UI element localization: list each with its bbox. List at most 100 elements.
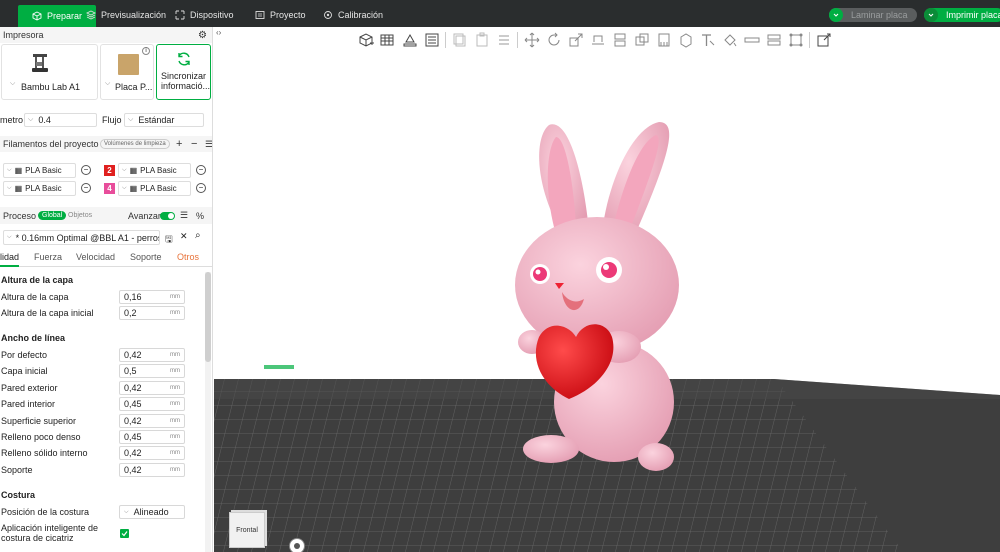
param-width-sparse-infill: Relleno poco denso 0,45 mm (0, 429, 205, 445)
edit-object-icon[interactable] (815, 32, 832, 49)
measure-icon[interactable] (743, 32, 760, 49)
add-icon[interactable]: + (176, 138, 182, 150)
text-icon[interactable] (699, 32, 716, 49)
smart-seam-checkbox[interactable] (120, 529, 129, 538)
printer-card[interactable]: ⌵ Bambu Lab A1 (1, 44, 98, 100)
info-icon[interactable]: i (142, 47, 150, 55)
3d-viewport[interactable]: Frontal ‹› (214, 27, 1000, 552)
support-paint-icon[interactable] (655, 32, 672, 49)
tab-calibracion[interactable]: Calibración (323, 5, 383, 25)
line-width-group: Ancho de línea (1, 333, 66, 343)
close-icon[interactable]: ✕ (180, 231, 188, 242)
save-icon[interactable]: 🖫 (165, 232, 173, 248)
seam-position-select[interactable]: ⌵ Alineado (119, 505, 185, 519)
list-icon[interactable]: ☰ (180, 210, 188, 221)
param-input[interactable]: 0,42 mm (119, 414, 185, 428)
filament-color-swatch[interactable]: 4 (104, 183, 115, 194)
tab-preparar[interactable]: Preparar (18, 5, 97, 27)
layer-list-icon[interactable] (495, 32, 512, 49)
tab-others[interactable]: Otros (177, 252, 199, 262)
sync-info-button[interactable]: Sincronizar informació... (156, 44, 211, 100)
percent-icon[interactable]: % (196, 211, 204, 221)
filament-name: PLA Basic (140, 166, 177, 175)
global-toggle[interactable]: Global (38, 211, 67, 220)
boolean-icon[interactable] (633, 32, 650, 49)
seam-paint-icon[interactable] (677, 32, 694, 49)
move-icon[interactable] (523, 32, 540, 49)
scrollbar-thumb[interactable] (205, 272, 211, 362)
tab-proyecto[interactable]: Proyecto (255, 5, 306, 25)
tab-support[interactable]: Soporte (130, 252, 162, 262)
filament-slot-1[interactable]: ⌵ ▦ PLA Basic (3, 163, 76, 178)
tab-speed[interactable]: Velocidad (76, 252, 115, 262)
flow-label: Flujo (102, 115, 122, 125)
printer-cards: ⌵ Bambu Lab A1 i ⌵ Placa P... Sincroniza… (0, 44, 212, 102)
param-input[interactable]: 0,16 mm (119, 290, 185, 304)
toolbar-divider (517, 32, 518, 48)
add-plate-icon[interactable] (379, 32, 396, 49)
objects-toggle[interactable]: Objetos (68, 212, 92, 219)
param-input[interactable]: 0,45 mm (119, 430, 185, 444)
device-icon (175, 10, 185, 20)
remove-filament-icon[interactable]: − (196, 165, 206, 175)
advanced-switch[interactable] (160, 211, 175, 220)
param-input[interactable]: 0,5 mm (119, 364, 185, 378)
filament-slot-3[interactable]: ⌵ ▦ PLA Basic (3, 181, 76, 196)
slice-plate-button[interactable]: Laminar placa (829, 8, 917, 22)
scale-icon[interactable] (567, 32, 584, 49)
filament-name: PLA Basic (25, 166, 62, 175)
filament-menu-icon[interactable]: ☰ (205, 139, 212, 150)
printer-section-header: Impresora ⚙ (0, 27, 212, 43)
camera-icon[interactable] (289, 538, 305, 552)
fit-icon[interactable] (787, 32, 804, 49)
tab-previsualizacion[interactable]: Previsualización (86, 5, 166, 25)
filament-color-swatch[interactable]: 2 (104, 165, 115, 176)
scrollbar[interactable] (205, 272, 211, 552)
tab-label: Preparar (47, 11, 83, 21)
param-input[interactable]: 0,42 mm (119, 446, 185, 460)
print-plate-button[interactable]: Imprimir placa (924, 8, 1000, 22)
purge-volumes-button[interactable]: Volúmenes de limpieza (100, 139, 170, 149)
remove-filament-icon[interactable]: − (196, 183, 206, 193)
param-label: Altura de la capa inicial (1, 308, 94, 318)
remove-icon[interactable]: − (191, 138, 197, 150)
remove-filament-icon[interactable]: − (81, 165, 91, 175)
param-input[interactable]: 0,2 mm (119, 306, 185, 320)
flow-select[interactable]: ⌵ Estándar (124, 113, 204, 127)
filament-slot-2[interactable]: ⌵ ▦ PLA Basic (118, 163, 191, 178)
color-paint-icon[interactable] (721, 32, 738, 49)
process-profile-select[interactable]: ⌵ * 0.16mm Optimal @BBL A1 - perros (3, 230, 160, 245)
printer-section-title: Impresora (3, 30, 44, 40)
tab-label: Calibración (338, 10, 384, 20)
search-icon[interactable]: ⌕ (195, 230, 201, 241)
copy-icon[interactable] (451, 32, 468, 49)
orient-icon[interactable] (401, 32, 418, 49)
add-object-icon[interactable] (357, 32, 374, 49)
param-input[interactable]: 0,42 mm (119, 463, 185, 477)
gear-icon[interactable]: ⚙ (198, 30, 207, 41)
chevron-down-icon: ⌵ (128, 116, 134, 123)
view-cube[interactable]: Frontal (229, 512, 265, 548)
tab-strength[interactable]: Fuerza (34, 252, 62, 262)
rotate-icon[interactable] (545, 32, 562, 49)
tab-dispositivo[interactable]: Dispositivo (175, 5, 234, 25)
filament-slot-4[interactable]: ⌵ ▦ PLA Basic (118, 181, 191, 196)
remove-filament-icon[interactable]: − (81, 183, 91, 193)
param-input[interactable]: 0,42 mm (119, 381, 185, 395)
collapse-panel-icon[interactable]: ‹› (216, 28, 221, 37)
arrange-icon[interactable] (423, 32, 440, 49)
param-initial-layer-height: Altura de la capa inicial 0,2 mm (0, 305, 205, 321)
param-value: 0,5 (124, 366, 137, 376)
unit-label: mm (170, 310, 180, 316)
process-section-header: Proceso Global Objetos Avanzar ☰ % (0, 207, 212, 224)
filaments-section-header: Filamentos del proyecto Volúmenes de lim… (0, 136, 212, 152)
lay-on-face-icon[interactable] (589, 32, 606, 49)
paste-icon[interactable] (473, 32, 490, 49)
param-input[interactable]: 0,45 mm (119, 397, 185, 411)
assembly-icon[interactable] (765, 32, 782, 49)
plate-card[interactable]: i ⌵ Placa P... (100, 44, 154, 100)
tab-quality[interactable]: lidad (0, 252, 20, 267)
cut-icon[interactable] (611, 32, 628, 49)
param-input[interactable]: 0,42 mm (119, 348, 185, 362)
nozzle-select[interactable]: ⌵ 0.4 (24, 113, 97, 127)
